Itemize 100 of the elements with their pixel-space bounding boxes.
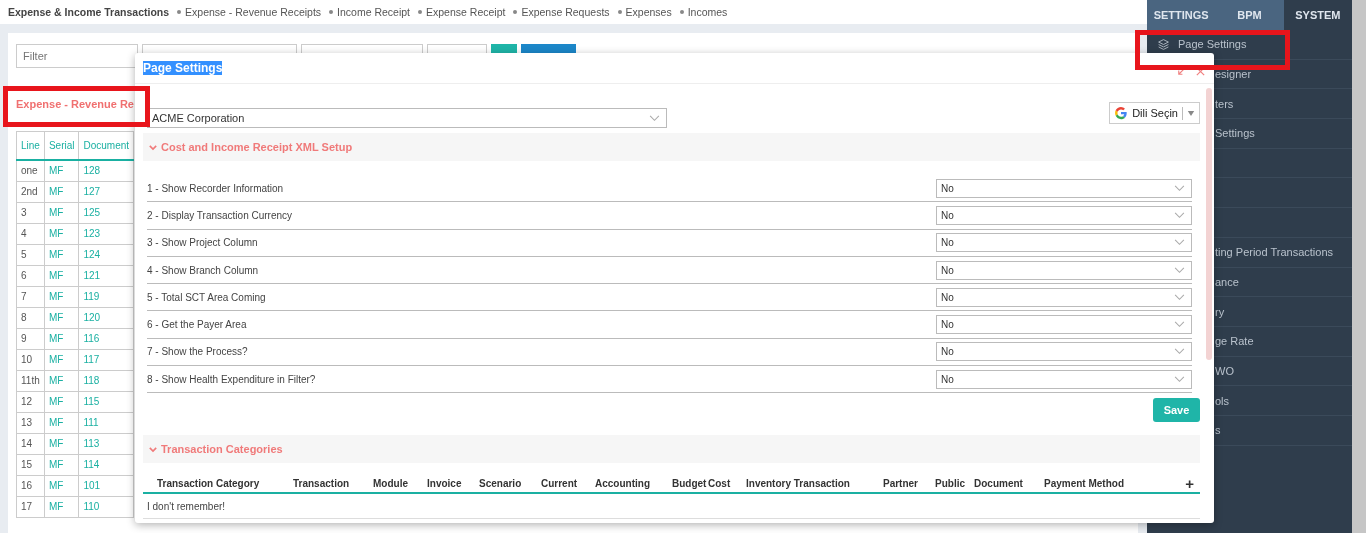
breadcrumb-link[interactable]: Income Receipt xyxy=(329,6,410,18)
table-cell: 8 xyxy=(16,307,45,329)
table-cell: 14 xyxy=(16,433,45,455)
table-cell: MF xyxy=(44,286,79,308)
column-header: Partner xyxy=(883,478,919,490)
table-cell: MF xyxy=(44,475,79,497)
table-cell: MF xyxy=(44,160,79,182)
setting-label: 4 - Show Branch Column xyxy=(147,264,259,276)
table-cell: 4 xyxy=(16,223,45,245)
setting-select[interactable]: No xyxy=(936,205,1192,225)
chevron-down-icon xyxy=(1174,321,1185,329)
table-cell: 9 xyxy=(16,328,45,350)
table-cell: 128 xyxy=(79,160,134,182)
setting-select[interactable]: No xyxy=(936,369,1192,389)
chevron-down-icon xyxy=(1174,375,1185,383)
scrollbar[interactable] xyxy=(1352,0,1366,533)
table-cell: 3 xyxy=(16,202,45,224)
table-cell: MF xyxy=(44,454,79,476)
breadcrumb-link[interactable]: Expense Receipt xyxy=(418,6,506,18)
table-cell: MF xyxy=(44,244,79,266)
menu-item[interactable]: ting Period Transactions xyxy=(1215,246,1333,259)
table-cell: 17 xyxy=(16,496,45,518)
breadcrumb-link[interactable]: Expense Requests xyxy=(513,6,610,18)
column-header: Budget xyxy=(672,478,708,490)
table-cell: 110 xyxy=(79,496,134,518)
table-cell: 119 xyxy=(79,286,134,308)
table-cell: 125 xyxy=(79,202,134,224)
setting-label: 8 - Show Health Expenditure in Filter? xyxy=(147,373,316,385)
breadcrumb-link[interactable]: Incomes xyxy=(679,6,728,18)
chevron-down-icon xyxy=(1174,239,1185,247)
column-header: Module xyxy=(373,478,409,490)
table-cell: MF xyxy=(44,349,79,371)
table-cell: 116 xyxy=(79,328,134,350)
table-cell: 10 xyxy=(16,349,45,371)
column-header: Inventory Transaction xyxy=(746,478,851,490)
table-cell: 117 xyxy=(79,349,134,371)
table-cell: MF xyxy=(44,370,79,392)
setting-select[interactable]: No xyxy=(936,233,1192,253)
table-cell: 6 xyxy=(16,265,45,287)
menu-item[interactable]: esigner xyxy=(1215,68,1252,81)
list-title: Expense - Revenue Re xyxy=(16,68,134,123)
table-cell: 115 xyxy=(79,391,134,413)
panel-tab[interactable]: BPM xyxy=(1215,0,1284,30)
setting-label: 2 - Display Transaction Currency xyxy=(147,209,293,221)
table-cell: 5 xyxy=(16,244,45,266)
table-cell: MF xyxy=(44,265,79,287)
table-cell: 114 xyxy=(79,454,134,476)
table-cell: 12 xyxy=(16,391,45,413)
dialog-title: Page Settings xyxy=(143,61,223,75)
menu-item[interactable]: ge Rate xyxy=(1215,335,1254,348)
column-header: Transaction xyxy=(293,478,351,490)
setting-select[interactable]: No xyxy=(936,342,1192,362)
table-cell: 113 xyxy=(79,433,134,455)
menu-item[interactable]: ters xyxy=(1215,97,1234,110)
menu-item[interactable]: ry xyxy=(1215,305,1225,318)
table-cell: 111 xyxy=(79,412,134,434)
caret-down-icon xyxy=(1187,109,1195,117)
table-cell: 16 xyxy=(16,475,45,497)
column-header: Cost xyxy=(708,478,732,490)
menu-item[interactable]: Page Settings xyxy=(1157,37,1247,51)
panel-tab[interactable]: SETTINGS xyxy=(1147,0,1216,30)
language-select[interactable]: Dili Seçin xyxy=(1109,102,1200,124)
filter-field[interactable]: Filter xyxy=(16,44,138,68)
menu-item[interactable]: Settings xyxy=(1215,127,1255,140)
table-cell: 13 xyxy=(16,412,45,434)
layers-icon xyxy=(1157,37,1170,51)
column-header: Public xyxy=(935,478,966,490)
column-header: Document xyxy=(974,478,1024,490)
table-cell: MF xyxy=(44,181,79,203)
setting-label: 7 - Show the Process? xyxy=(147,346,248,358)
chevron-down-icon xyxy=(149,143,157,151)
table-cell: 120 xyxy=(79,307,134,329)
g-logo-icon xyxy=(1114,106,1129,120)
setting-select[interactable]: No xyxy=(936,178,1192,198)
table-cell: MF xyxy=(44,328,79,350)
add-button[interactable]: + xyxy=(1185,475,1194,493)
chevron-down-icon xyxy=(1174,211,1185,219)
table-cell: 124 xyxy=(79,244,134,266)
table-cell: 2nd xyxy=(16,181,45,203)
company-select[interactable]: ACME Corporation xyxy=(147,108,667,128)
chevron-down-icon xyxy=(649,114,660,122)
column-header: Transaction Category xyxy=(157,478,261,490)
empty-message: I don't remember! xyxy=(147,500,226,512)
setting-select[interactable]: No xyxy=(936,260,1192,280)
menu-item[interactable]: WO xyxy=(1215,364,1234,377)
column-header: Scenario xyxy=(479,478,523,490)
breadcrumb-link[interactable]: Expenses xyxy=(617,6,672,18)
setting-select[interactable]: No xyxy=(936,287,1192,307)
menu-item[interactable]: ance xyxy=(1215,275,1239,288)
scrollbar[interactable] xyxy=(1206,88,1212,360)
table-cell: MF xyxy=(44,412,79,434)
setting-label: 5 - Total SCT Area Coming xyxy=(147,291,266,303)
menu-item[interactable]: s xyxy=(1215,424,1221,437)
column-header: Accounting xyxy=(595,478,651,490)
setting-select[interactable]: No xyxy=(936,315,1192,335)
chevron-down-icon xyxy=(1174,266,1185,274)
menu-item[interactable]: ols xyxy=(1215,394,1230,407)
table-cell: MF xyxy=(44,307,79,329)
breadcrumb-link[interactable]: Expense - Revenue Receipts xyxy=(177,6,322,18)
setting-label: 3 - Show Project Column xyxy=(147,237,258,249)
